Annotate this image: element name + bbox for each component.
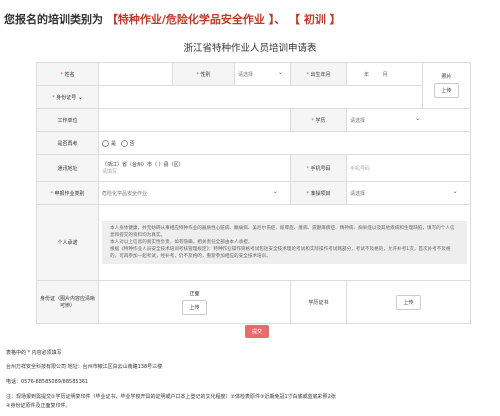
year-select[interactable]: 年 [364,72,369,78]
application-form: * 姓名 * 性别 请选择 * 出生年月 年 月 照片 上传 * 身份证号 ⌄ … [36,62,471,324]
promise-cell: 本人身体健康，并无妨碍从事相应特种作业的器质性心脏病、癫痫病、美尼尔氏症、眩晕症… [98,204,471,281]
promise-label: 个人承诺 [36,204,99,281]
certificate-upload-button[interactable]: 上传 [396,294,421,310]
gender-label: * 性别 [172,62,235,86]
address-label: 通讯地址 [36,154,99,182]
required-note: 表格中的 * 内容必须填写 [6,350,62,356]
form-title: 浙江省特种作业人员培训申请表 [183,43,317,54]
certificate-cell: 上传 [346,280,471,324]
education-select[interactable]: 请选择 [346,108,471,132]
project-select[interactable]: 请选择 [346,181,471,205]
project-label: * 准操项目 [290,181,347,205]
submit-button[interactable]: 提交 [245,325,270,338]
job-type-label: * 申报作业类别 [36,181,99,205]
promise-text: 本人身体健康，并无妨碍从事相应特种作业的器质性心脏病、癫痫病、美尼尔氏症、眩晕症… [102,221,467,264]
id-type-select[interactable]: * 身份证号 ⌄ [36,85,99,109]
month-select[interactable]: 月 [383,72,388,78]
job-type-select[interactable]: 危险化学品安全作业 [98,181,291,205]
id-card-front-cell: 正面 上传 [98,280,291,324]
id-card-label: 身份证（图片内容应清晰可辨） [36,280,99,324]
reexam-label: 是否再考 [36,131,99,155]
work-unit-label: 工作单位 [36,108,99,132]
phone-label: * 手机号码 [290,154,347,182]
front-label: 正面 [189,290,200,297]
gender-select[interactable]: 请选择 [234,62,291,86]
remark-line-2: ④身份证原件及正面复印件。 [6,403,71,409]
registration-heading: 您报名的培训类别为 【特种作业/危险化学品安全作业 】、 【 初训 】 [4,11,341,27]
photo-upload-button[interactable]: 上传 [434,83,459,98]
name-input[interactable] [98,62,173,86]
phone-input[interactable]: 手机号码 [346,154,471,182]
company-info: 台州万祥安全科技有限公司 地址：台州市椒江区白云山南路138号三楼 [6,364,163,370]
photo-cell: 照片 上传 [422,62,471,109]
heading-category: 【特种作业/危险化学品安全作业 】、 【 初训 】 [106,13,341,26]
name-label: * 姓名 [36,62,99,86]
heading-prefix: 您报名的培训类别为 [4,13,103,26]
birth-select[interactable]: 年 月 [346,62,423,86]
reexam-no-radio[interactable]: 否 [120,139,135,147]
certificate-label: 学历证书 [290,280,347,324]
reexam-yes-radio[interactable]: 是 [102,139,116,147]
education-label: * 学历 [290,108,347,132]
birth-label: * 出生年月 [290,62,347,86]
reexam-options: 是 否 [98,131,471,155]
work-unit-input[interactable] [98,108,291,132]
address-input[interactable]: （浙江）省（台州）市（ ）县（区） 请填写 [98,154,291,182]
phone-info: 电话：0576-88585089/88585361 [6,379,89,385]
id-number-input[interactable] [98,85,423,109]
photo-label: 照片 [441,74,452,80]
id-front-upload-button[interactable]: 上传 [182,299,207,315]
remark-line-1: 注：现场报到需提交①学历证明复印件（毕业证书、毕业学校开具的证明或户口本上登记的… [6,394,336,400]
